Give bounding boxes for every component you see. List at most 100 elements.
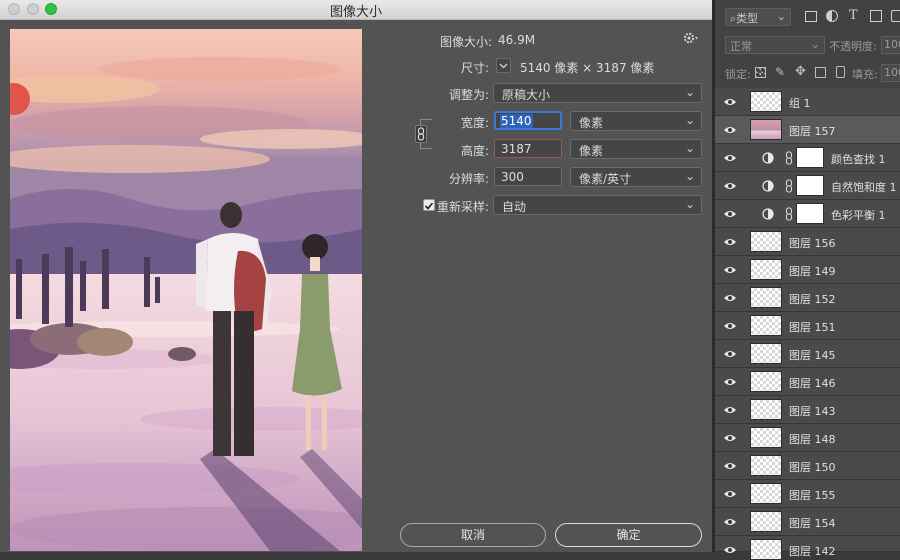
chevron-down-icon: ⌄ — [684, 85, 695, 99]
layer-row[interactable]: 图层 154 — [715, 508, 900, 536]
layer-row[interactable]: 图层 150 — [715, 452, 900, 480]
visibility-eye-icon[interactable] — [723, 516, 737, 528]
layer-mask-thumbnail[interactable] — [796, 175, 824, 196]
blend-row: 正常 ⌄ 不透明度: 100 — [715, 36, 900, 56]
layer-mask-thumbnail[interactable] — [796, 147, 824, 168]
ok-button[interactable]: 确定 — [555, 523, 702, 547]
visibility-eye-icon[interactable] — [723, 348, 737, 360]
visibility-eye-icon[interactable] — [723, 544, 737, 556]
visibility-eye-icon[interactable] — [723, 124, 737, 136]
layer-row[interactable]: 图层 148 — [715, 424, 900, 452]
layer-row[interactable]: 图层 145 — [715, 340, 900, 368]
resample-select[interactable]: 自动 ⌄ — [493, 195, 702, 215]
layer-row[interactable]: 图层 152 — [715, 284, 900, 312]
visibility-eye-icon[interactable] — [723, 404, 737, 416]
layer-mask-thumbnail[interactable] — [796, 203, 824, 224]
settings-gear-icon[interactable] — [683, 31, 701, 45]
layer-thumbnail — [750, 511, 782, 532]
fit-to-select[interactable]: 原稿大小 ⌄ — [493, 83, 702, 103]
height-value: 3187 — [501, 142, 532, 156]
layer-row[interactable]: 图层 149 — [715, 256, 900, 284]
dimensions-toggle[interactable] — [496, 58, 511, 73]
chevron-down-icon: ⌄ — [776, 10, 786, 23]
layer-name: 图层 150 — [789, 461, 836, 474]
lock-label: 锁定: — [725, 68, 751, 81]
blend-mode-select[interactable]: 正常 ⌄ — [725, 36, 825, 54]
layer-row[interactable]: 图层 155 — [715, 480, 900, 508]
adjustment-layer-icon — [762, 152, 774, 164]
visibility-eye-icon[interactable] — [723, 180, 737, 192]
lock-transparent-icon[interactable] — [755, 67, 766, 78]
layer-thumbnail — [750, 231, 782, 252]
layer-thumbnail — [750, 455, 782, 476]
layer-thumbnail — [750, 371, 782, 392]
lock-brush-icon[interactable]: ✎ — [775, 65, 785, 79]
layer-row[interactable]: 自然饱和度 1 — [715, 172, 900, 200]
lock-artboard-icon[interactable] — [815, 67, 826, 78]
lock-all-icon[interactable] — [836, 66, 845, 78]
resample-label: 重新采样: — [436, 200, 489, 214]
lock-row: 锁定: ✎ ✥ 填充: 100 — [715, 64, 900, 84]
layer-name: 图层 142 — [789, 545, 836, 558]
layer-row[interactable]: 图层 156 — [715, 228, 900, 256]
visibility-eye-icon[interactable] — [723, 488, 737, 500]
opacity-label: 不透明度: — [829, 40, 877, 53]
visibility-eye-icon[interactable] — [723, 460, 737, 472]
visibility-eye-icon[interactable] — [723, 152, 737, 164]
filter-adjustment-icon[interactable] — [826, 10, 838, 22]
opacity-input[interactable]: 100 — [881, 36, 900, 54]
lock-move-icon[interactable]: ✥ — [795, 64, 806, 79]
visibility-eye-icon[interactable] — [723, 208, 737, 220]
height-input[interactable]: 3187 — [494, 139, 562, 158]
filter-smartobject-icon[interactable] — [891, 10, 900, 22]
resolution-unit-select[interactable]: 像素/英寸 ⌄ — [570, 167, 702, 187]
layer-row[interactable]: 图层 146 — [715, 368, 900, 396]
filter-pixel-icon[interactable] — [805, 11, 817, 22]
layer-thumbnail — [750, 343, 782, 364]
filter-type-icon[interactable]: T — [849, 8, 858, 23]
layer-kind-filter-value: 类型 — [736, 12, 759, 25]
visibility-eye-icon[interactable] — [723, 292, 737, 304]
layer-row[interactable]: 图层 151 — [715, 312, 900, 340]
height-label: 高度: — [460, 144, 489, 158]
visibility-eye-icon[interactable] — [723, 320, 737, 332]
mask-link-icon[interactable] — [784, 178, 794, 194]
layer-row-selected[interactable]: 图层 157 — [715, 116, 900, 144]
fill-label: 填充: — [852, 68, 878, 81]
visibility-eye-icon[interactable] — [723, 96, 737, 108]
resample-value: 自动 — [502, 200, 527, 214]
adjustment-layer-icon — [762, 208, 774, 220]
layer-name: 图层 155 — [789, 489, 836, 502]
filter-shape-icon[interactable] — [870, 10, 882, 22]
layer-name: 图层 146 — [789, 377, 836, 390]
image-size-dialog: 图像大小 图像大小: 46.9M 尺寸: 5140 像素 × 3187 像素 调… — [0, 0, 712, 552]
dimensions-value: 5140 像素 × 3187 像素 — [520, 61, 655, 75]
width-unit-select[interactable]: 像素 ⌄ — [570, 111, 702, 131]
visibility-eye-icon[interactable] — [723, 432, 737, 444]
fill-value: 100 — [884, 66, 900, 79]
mask-link-icon[interactable] — [784, 206, 794, 222]
layer-name: 图层 152 — [789, 293, 836, 306]
visibility-eye-icon[interactable] — [723, 376, 737, 388]
resolution-input[interactable]: 300 — [494, 167, 562, 186]
fill-input[interactable]: 100 — [881, 64, 900, 82]
layer-row[interactable]: 色彩平衡 1 — [715, 200, 900, 228]
chevron-down-icon: ⌄ — [810, 38, 820, 51]
image-preview[interactable] — [10, 29, 362, 551]
layer-row[interactable]: 图层 142 — [715, 536, 900, 560]
layer-name: 图层 148 — [789, 433, 836, 446]
cancel-button[interactable]: 取消 — [400, 523, 546, 547]
visibility-eye-icon[interactable] — [723, 236, 737, 248]
width-input[interactable]: 5140 — [494, 111, 562, 130]
layer-filter-row: ⌕类型 ⌄ T — [715, 8, 900, 28]
visibility-eye-icon[interactable] — [723, 264, 737, 276]
fit-to-value: 原稿大小 — [502, 88, 551, 102]
mask-link-icon[interactable] — [784, 150, 794, 166]
layer-row[interactable]: 组 1 — [715, 88, 900, 116]
resample-checkbox[interactable] — [423, 199, 435, 211]
height-unit-select[interactable]: 像素 ⌄ — [570, 139, 702, 159]
layer-kind-filter[interactable]: ⌕类型 ⌄ — [725, 8, 791, 26]
layer-row[interactable]: 颜色查找 1 — [715, 144, 900, 172]
layer-row[interactable]: 图层 143 — [715, 396, 900, 424]
layer-name: 组 1 — [789, 97, 811, 110]
